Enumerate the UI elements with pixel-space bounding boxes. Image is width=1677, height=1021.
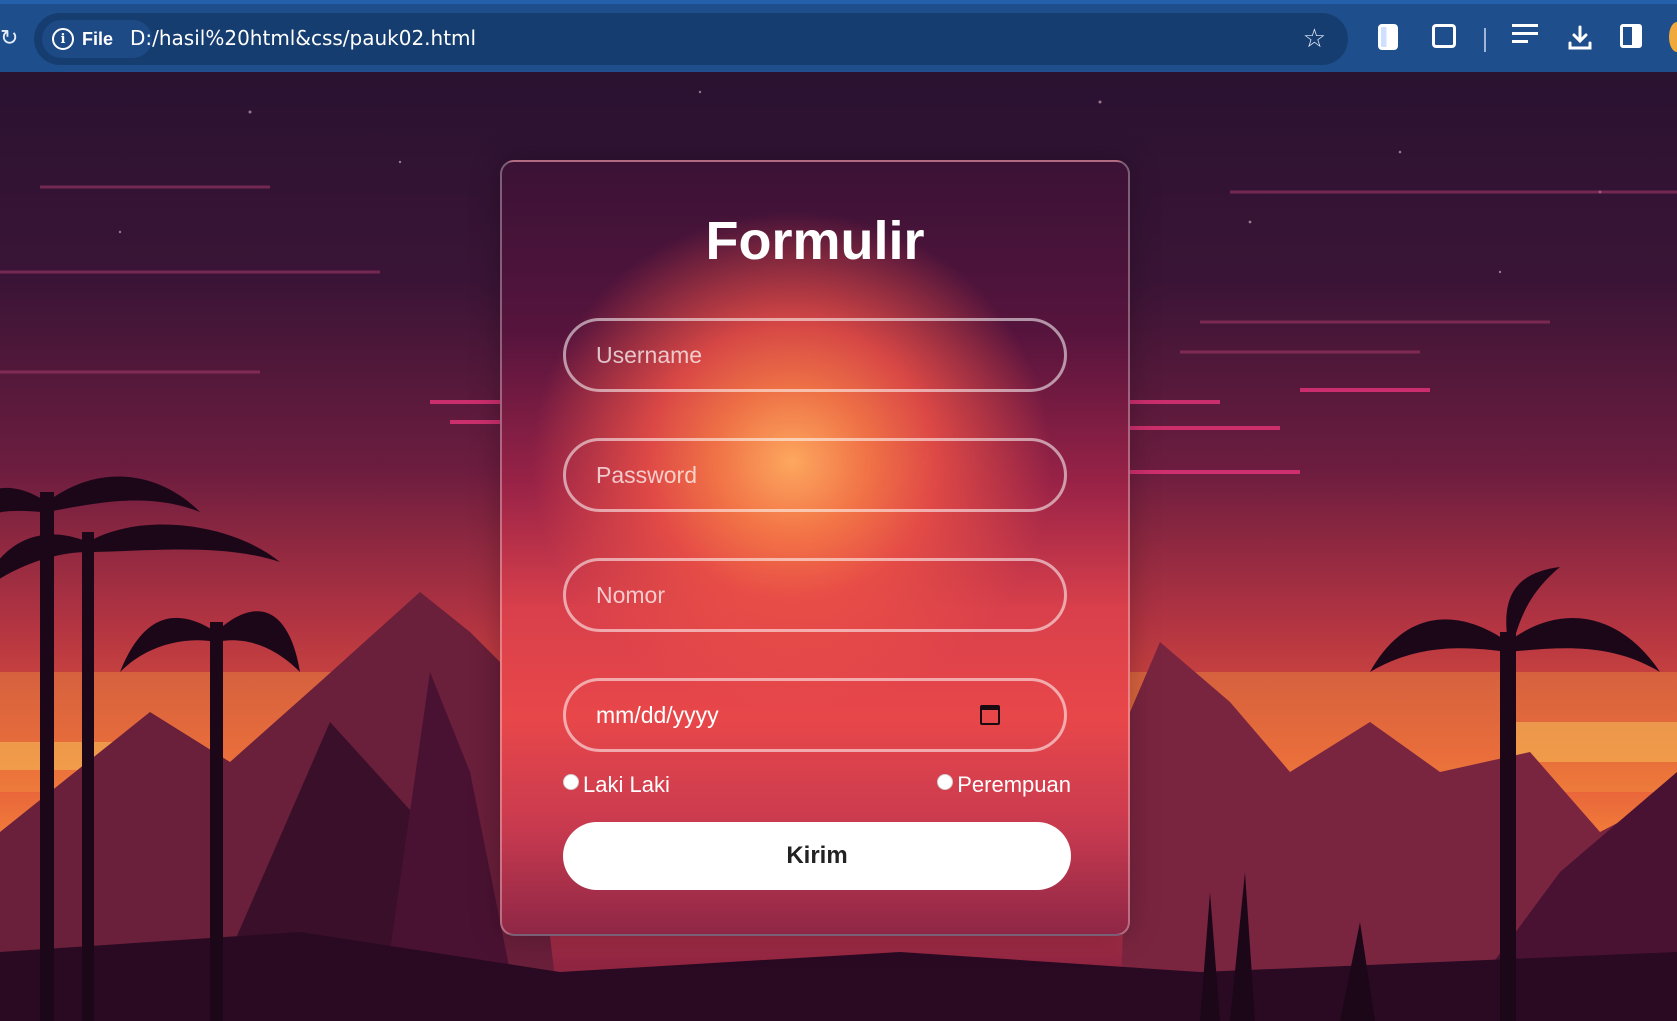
site-chip-label: File bbox=[82, 28, 114, 49]
star-icon[interactable]: ☆ bbox=[1303, 23, 1326, 54]
password-field[interactable] bbox=[563, 438, 1067, 512]
radio-label: Laki Laki bbox=[583, 772, 670, 797]
date-field[interactable]: mm/dd/yyyy bbox=[563, 678, 1067, 752]
download-icon[interactable] bbox=[1566, 24, 1594, 52]
calendar-icon[interactable] bbox=[980, 705, 1000, 725]
radio-button[interactable] bbox=[563, 774, 579, 790]
form-card: Formulir mm/dd/yyyy Laki Laki Perempuan … bbox=[500, 160, 1130, 936]
nomor-field[interactable] bbox=[563, 558, 1067, 632]
date-input[interactable]: mm/dd/yyyy bbox=[596, 702, 980, 729]
extensions-icon[interactable] bbox=[1432, 24, 1456, 48]
address-bar[interactable]: i File D:/hasil%20html&css/pauk02.html ☆ bbox=[34, 13, 1348, 65]
toolbar-divider bbox=[1484, 28, 1486, 52]
nomor-input[interactable] bbox=[596, 561, 1064, 629]
browser-toolbar: ↻ i File D:/hasil%20html&css/pauk02.html… bbox=[0, 0, 1677, 72]
submit-button[interactable]: Kirim bbox=[563, 822, 1071, 890]
profile-icon[interactable] bbox=[1669, 22, 1677, 52]
notes-icon[interactable] bbox=[1378, 24, 1398, 50]
media-icon[interactable] bbox=[1512, 24, 1538, 48]
form-title: Formulir bbox=[705, 211, 925, 271]
radio-laki-laki[interactable]: Laki Laki bbox=[563, 772, 670, 798]
radio-label: Perempuan bbox=[957, 772, 1071, 797]
info-icon: i bbox=[52, 28, 74, 50]
radio-perempuan[interactable]: Perempuan bbox=[937, 772, 1071, 798]
radio-button[interactable] bbox=[937, 774, 954, 790]
username-input[interactable] bbox=[596, 321, 1064, 389]
username-field[interactable] bbox=[563, 318, 1067, 392]
gender-radio-group: Laki Laki Perempuan bbox=[563, 770, 1071, 800]
page-viewport: Formulir mm/dd/yyyy Laki Laki Perempuan … bbox=[0, 72, 1677, 1021]
reload-icon[interactable]: ↻ bbox=[0, 4, 18, 76]
password-input[interactable] bbox=[596, 441, 1064, 509]
url-text[interactable]: D:/hasil%20html&css/pauk02.html bbox=[130, 26, 476, 50]
side-panel-icon[interactable] bbox=[1620, 24, 1642, 48]
